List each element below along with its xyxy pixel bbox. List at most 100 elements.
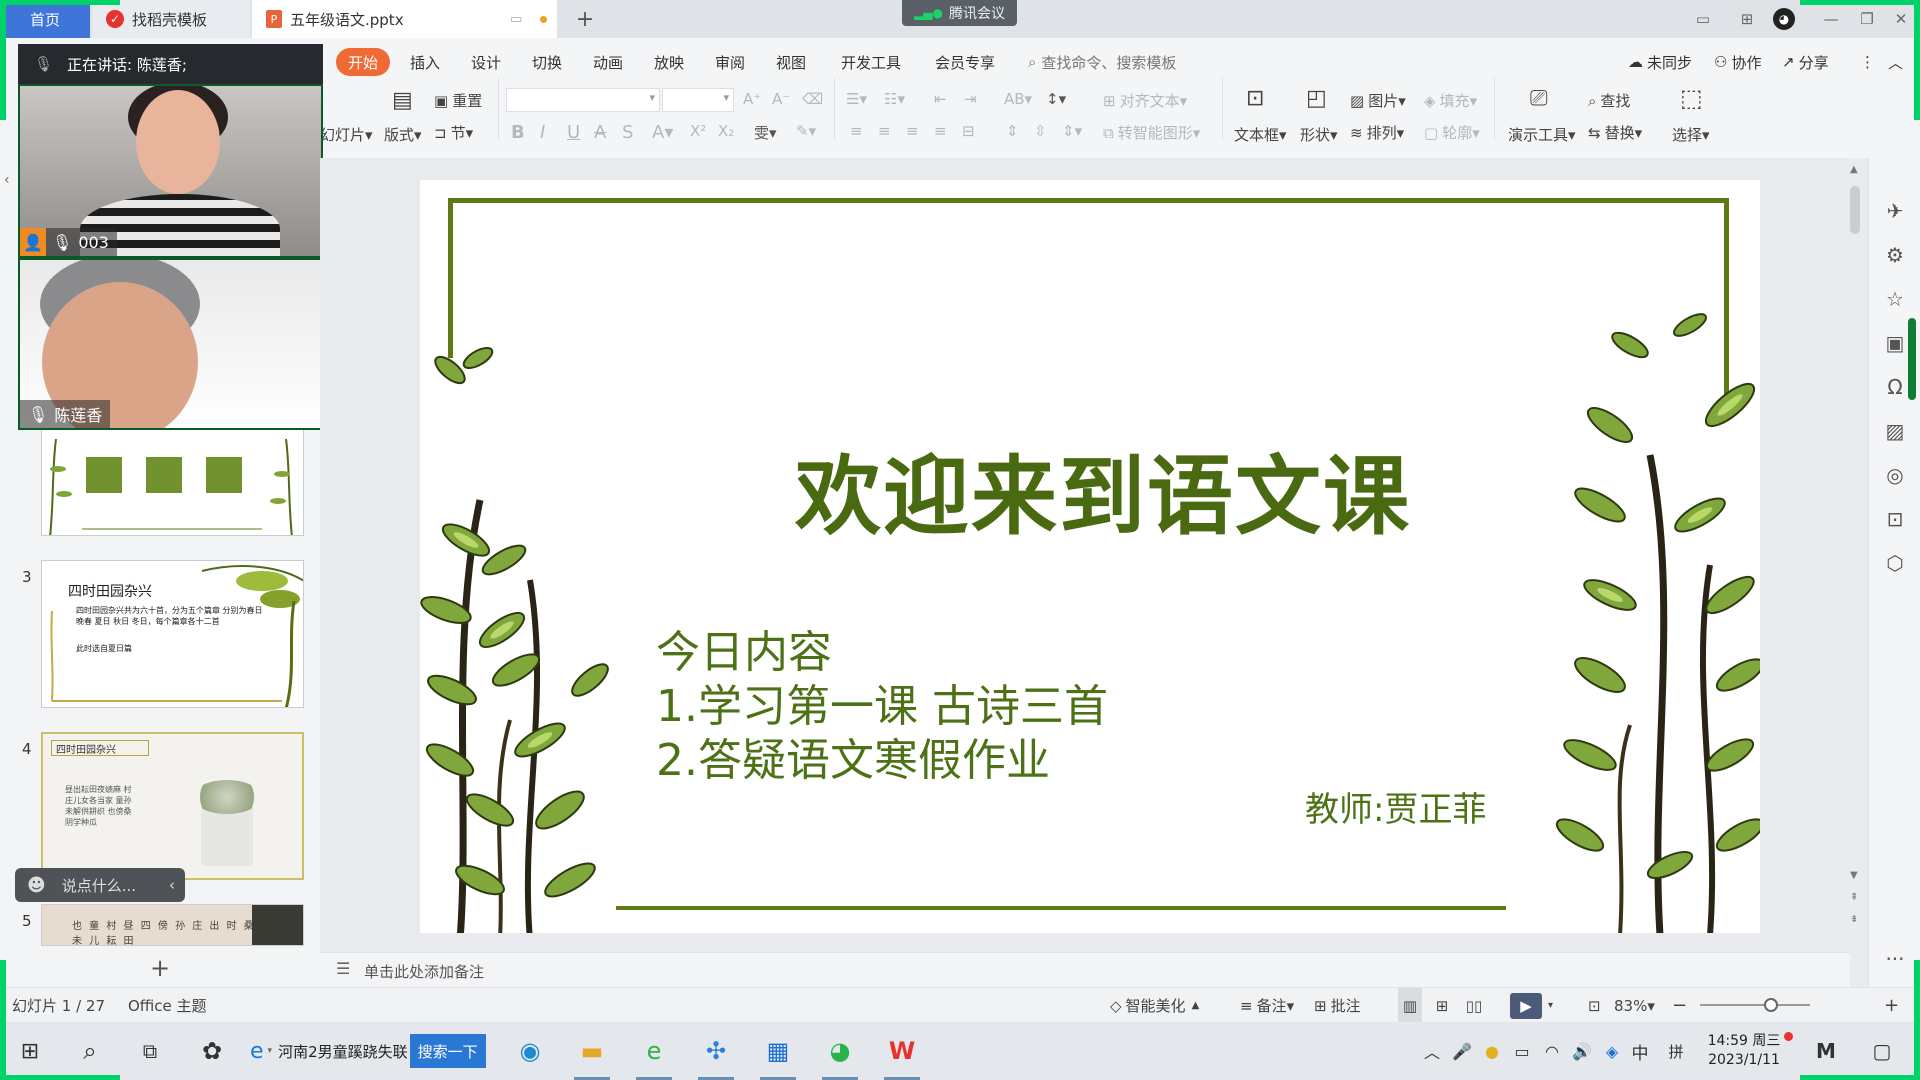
slide-1[interactable]: 欢迎来到语文课 今日内容 1.学习第一课 古诗三首 2.答疑语文寒假作业 教师:… <box>420 180 1760 933</box>
wps-icon[interactable]: W <box>882 1031 922 1071</box>
font-size-select[interactable]: ▾ <box>662 88 734 112</box>
textbox-icon[interactable]: ⊡ <box>1246 86 1264 111</box>
numbered-list-icon[interactable]: ☷▾ <box>884 90 905 108</box>
windows-start-icon[interactable]: ⊞ <box>10 1031 50 1071</box>
align-left-icon[interactable]: ≡ <box>850 122 863 140</box>
clock[interactable]: 14:59 周三 2023/1/11 <box>1704 1032 1784 1070</box>
ribbon-tab-start[interactable]: 开始 <box>336 48 390 76</box>
underline-icon[interactable]: U <box>567 122 580 143</box>
zoom-in-icon[interactable]: + <box>1884 988 1899 1023</box>
fit-window-icon[interactable]: ⊡ <box>1588 988 1601 1023</box>
cube-icon[interactable]: ⬡ <box>1882 550 1908 576</box>
task-view-icon[interactable]: ⧉ <box>130 1031 170 1071</box>
select-icon[interactable]: ⬚ <box>1680 84 1703 112</box>
layout-icon[interactable]: ▤ <box>392 88 413 113</box>
font-family-select[interactable]: ▾ <box>506 88 660 112</box>
reset-button[interactable]: ▣ 重置 <box>434 90 482 111</box>
strikethrough-icon[interactable]: A <box>594 122 606 143</box>
slide-content-item-2[interactable]: 2.答疑语文寒假作业 <box>656 724 1050 788</box>
picture-button[interactable]: ▨ 图片 ▾ <box>1350 90 1406 111</box>
notes-bar[interactable]: ☰ 单击此处添加备注 <box>320 952 1850 987</box>
ribbon-tab-member[interactable]: 会员专享 <box>935 48 995 76</box>
collapse-panel-icon[interactable]: ‹ <box>4 172 10 188</box>
align-center-icon[interactable]: ≡ <box>878 122 891 140</box>
omega-icon[interactable]: Ω <box>1882 374 1908 400</box>
minimize-icon[interactable]: — <box>1820 8 1842 30</box>
security-icon[interactable]: ◈ <box>1600 1031 1624 1071</box>
search-icon[interactable]: ⌕ <box>70 1031 110 1071</box>
video-tile-1[interactable]: 👤 🎙 003 <box>18 84 323 258</box>
fill-button[interactable]: ◈ 填充 ▾ <box>1424 90 1477 111</box>
ribbon-tab-view[interactable]: 视图 <box>776 48 806 76</box>
font-color-icon[interactable]: A▾ <box>652 122 673 143</box>
shape-button[interactable]: 形状 ▾ <box>1300 124 1338 145</box>
ime-lang[interactable]: 中 <box>1628 1031 1652 1071</box>
add-slide-button[interactable]: + <box>150 954 170 982</box>
bullet-list-icon[interactable]: ☰▾ <box>846 90 867 108</box>
user-avatar-icon[interactable]: ◕ <box>1773 8 1795 30</box>
action-center-icon[interactable]: ▢ <box>1862 1031 1902 1071</box>
justify-icon[interactable]: ≡ <box>934 122 947 140</box>
ribbon-tab-slideshow[interactable]: 放映 <box>654 48 684 76</box>
play-options-icon[interactable]: ▾ <box>1548 988 1553 1023</box>
ribbon-tab-transition[interactable]: 切换 <box>532 48 562 76</box>
highlight-icon[interactable]: ✎▾ <box>796 122 816 140</box>
reading-mode-icon[interactable]: ▭ <box>1692 8 1714 30</box>
italic-icon[interactable]: I <box>540 122 545 143</box>
more-icon[interactable]: ··· <box>1882 946 1908 972</box>
replace-button[interactable]: ⇆ 替换 ▾ <box>1588 122 1642 143</box>
emoji-icon[interactable]: ☻ <box>27 875 46 896</box>
tab-document[interactable]: P 五年级语文.pptx ▭ <box>252 0 557 38</box>
distribute-icon[interactable]: ⊟ <box>962 122 975 140</box>
image-edit-icon[interactable]: ▨ <box>1882 418 1908 444</box>
superscript-icon[interactable]: X² <box>690 122 706 140</box>
line-spacing-icon[interactable]: ↕▾ <box>1046 90 1066 108</box>
compass-icon[interactable]: ◎ <box>1882 462 1908 488</box>
select-button[interactable]: 选择 ▾ <box>1672 124 1710 145</box>
browser-360-icon[interactable]: e <box>634 1031 674 1071</box>
slide-thumbnail-2[interactable] <box>41 428 304 536</box>
tray-chevron-icon[interactable]: ︿ <box>1420 1031 1444 1071</box>
play-slideshow-button[interactable]: ▶ <box>1510 993 1542 1019</box>
slide-title[interactable]: 欢迎来到语文课 <box>795 426 1411 551</box>
slide-teacher[interactable]: 教师:贾正菲 <box>1305 782 1486 831</box>
file-explorer-icon[interactable]: ▬ <box>572 1031 612 1071</box>
tray-app-icon[interactable]: ● <box>1480 1031 1504 1071</box>
photo-app-icon[interactable]: ▦ <box>758 1031 798 1071</box>
comment-button[interactable]: ⊞ 批注 <box>1314 988 1361 1023</box>
vertical-scrollbar[interactable]: ▲ ▼ ⇞ ⇟ <box>1848 164 1862 944</box>
grow-font-icon[interactable]: A⁺ <box>743 90 761 108</box>
book-search-icon[interactable]: ⊡ <box>1882 506 1908 532</box>
command-search[interactable]: ⌕ 查找命令、搜索模板 <box>1028 48 1176 76</box>
spacing-menu-icon[interactable]: ⇕▾ <box>1062 122 1082 140</box>
new-tab-button[interactable]: + <box>570 0 600 38</box>
arrange-button[interactable]: ≋ 排列 ▾ <box>1350 122 1404 143</box>
sliders-icon[interactable]: ⚙ <box>1882 242 1908 268</box>
scroll-down-icon[interactable]: ▼ <box>1850 870 1858 881</box>
battery-icon[interactable]: ▭ <box>1510 1031 1534 1071</box>
normal-view-icon[interactable]: ▥ <box>1398 988 1422 1023</box>
slide-thumbnail-5[interactable]: 也 童 村 昼 四 傍 孙 庄 出 时 桑 未 儿 耘 田 <box>41 904 304 946</box>
sync-status[interactable]: ☁ 未同步 <box>1628 48 1692 76</box>
search-now-button[interactable]: 搜索一下 <box>409 1034 486 1068</box>
ime-mode[interactable]: 拼 <box>1664 1031 1688 1071</box>
shadow-text-icon[interactable]: S <box>622 122 633 143</box>
bold-icon[interactable]: B <box>511 122 525 143</box>
align-text-button[interactable]: ⊞ 对齐文本 ▾ <box>1103 90 1187 111</box>
meeting-badge[interactable]: ▂▄● 腾讯会议 <box>902 0 1017 26</box>
pinyin-icon[interactable]: 雯▾ <box>754 122 777 143</box>
text-direction-icon[interactable]: AB▾ <box>1004 90 1032 108</box>
share-button[interactable]: ↗ 分享 <box>1782 48 1829 76</box>
clear-format-icon[interactable]: ⌫ <box>802 90 823 108</box>
collab-button[interactable]: ⚇ 协作 <box>1714 48 1761 76</box>
decrease-indent-icon[interactable]: ⇤ <box>934 90 947 108</box>
layout-button[interactable]: 版式 ▾ <box>384 124 422 145</box>
reading-view-icon[interactable]: ▯▯ <box>1462 988 1486 1023</box>
smart-art-button[interactable]: ⧉ 转智能图形 ▾ <box>1103 122 1200 143</box>
edge-icon[interactable]: ◉ <box>510 1031 550 1071</box>
tencent-meeting-icon[interactable]: ✣ <box>696 1031 736 1071</box>
ie-search-widget[interactable]: e ▾ 河南2男童蹊跷失联 搜索一下 <box>250 1034 486 1068</box>
volume-icon[interactable]: 🔊 <box>1570 1031 1594 1071</box>
ribbon-tab-design[interactable]: 设计 <box>471 48 501 76</box>
slide-thumbnail-3[interactable]: 四时田园杂兴 四时田园杂兴共为六十首，分为五个篇章 分别为春日 晚春 夏日 秋日… <box>41 560 304 708</box>
